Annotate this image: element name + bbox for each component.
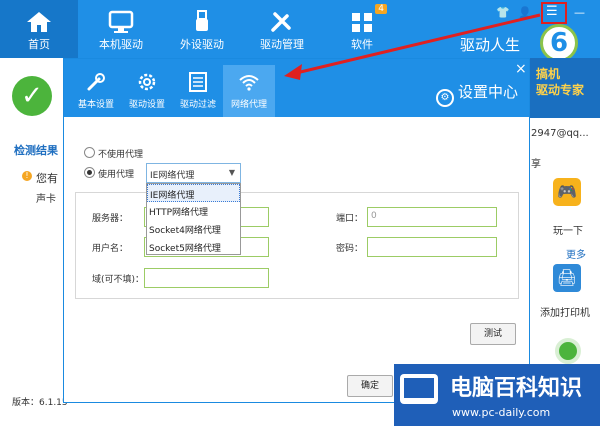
server-label: 服务器：: [92, 214, 129, 224]
gear-icon: [138, 73, 156, 91]
password-input[interactable]: [367, 237, 497, 257]
no-proxy-radio[interactable]: [84, 147, 95, 158]
minimize-button[interactable]: —: [574, 6, 585, 19]
nav-home[interactable]: 首页: [0, 0, 78, 58]
test-button[interactable]: 测试: [470, 323, 516, 345]
port-value: 0: [371, 211, 377, 221]
domain-label: 域(可不填)：: [92, 275, 145, 285]
warning-icon: !: [22, 171, 32, 181]
gamepad-icon[interactable]: 🎮: [553, 178, 581, 206]
brand-logo: 6: [540, 24, 578, 62]
monitor-logo-icon: [400, 374, 438, 404]
use-proxy-label: 使用代理: [98, 170, 135, 180]
version-text: 版本：6.1.15: [12, 398, 68, 408]
ok-button[interactable]: 确定: [347, 375, 393, 397]
proxy-option[interactable]: HTTP网络代理: [147, 202, 240, 220]
result-line-2: 声卡: [36, 194, 56, 205]
home-icon: [27, 12, 51, 32]
watermark-title: 电脑百科知识: [450, 376, 583, 401]
annotation-arrow: [284, 13, 541, 80]
password-label: 密码：: [336, 244, 364, 254]
tab-driver-filter-label: 驱动过滤: [179, 100, 216, 110]
nav-local-driver-label: 本机驱动: [99, 38, 143, 51]
watermark-url: www.pc-daily.com: [452, 406, 551, 419]
proxy-type-value: IE网络代理: [150, 171, 195, 181]
nav-local-driver[interactable]: 本机驱动: [82, 0, 160, 58]
proxy-type-dropdown: IE网络代理 HTTP网络代理 Socket4网络代理 Socket5网络代理: [146, 183, 241, 255]
port-label: 端口：: [336, 214, 364, 224]
nav-home-label: 首页: [28, 38, 50, 51]
port-input[interactable]: 0: [367, 207, 497, 227]
section-title: 检测结果: [14, 144, 58, 157]
more-link[interactable]: 更多: [566, 246, 586, 261]
chevron-down-icon[interactable]: ▼: [224, 164, 240, 182]
use-proxy-radio[interactable]: [84, 167, 95, 178]
proxy-option[interactable]: IE网络代理: [147, 184, 240, 202]
play-label[interactable]: 玩一下: [553, 222, 583, 237]
tab-driver-settings-label: 驱动设置: [128, 100, 165, 110]
tab-basic-settings-label: 基本设置: [77, 100, 114, 110]
wifi-icon: [239, 75, 259, 91]
tab-driver-filter[interactable]: 驱动过滤: [172, 65, 224, 117]
printer-label[interactable]: 添加打印机: [540, 304, 590, 319]
usb-icon: [196, 10, 208, 31]
tab-basic-settings[interactable]: 基本设置: [70, 65, 122, 117]
proxy-option[interactable]: Socket5网络代理: [147, 238, 240, 256]
domain-input[interactable]: [144, 268, 269, 288]
settings-dialog: 基本设置 驱动设置 驱动过滤 网络代理 ⚙ 设置中心 × 不使用代理 使用代理 I…: [63, 58, 530, 403]
nav-peripheral-driver-label: 外设驱动: [180, 38, 224, 51]
printer-icon[interactable]: 🖨: [553, 264, 581, 292]
nav-peripheral-driver[interactable]: 外设驱动: [163, 0, 241, 58]
proxy-option[interactable]: Socket4网络代理: [147, 220, 240, 238]
check-icon: ✓: [12, 76, 52, 116]
settings-title-text: 设置中心: [458, 83, 519, 101]
proxy-type-select[interactable]: IE网络代理 ▼: [146, 163, 241, 183]
wrench-icon: [87, 73, 105, 91]
share-text[interactable]: 享: [531, 155, 541, 170]
disc-icon[interactable]: [555, 338, 581, 364]
tab-driver-settings[interactable]: 驱动设置: [121, 65, 173, 117]
monitor-icon: [108, 10, 134, 33]
username-label: 用户名：: [92, 244, 129, 254]
no-proxy-label: 不使用代理: [98, 150, 144, 160]
watermark-logo: 电脑百科知识 www.pc-daily.com: [394, 364, 600, 426]
account-text: 2947@qq...: [531, 128, 589, 139]
settings-gear-icon: ⚙: [436, 89, 454, 107]
promo-line-2: 驱动专家: [536, 83, 585, 97]
tab-network-proxy-label: 网络代理: [230, 100, 267, 110]
tab-network-proxy[interactable]: 网络代理: [223, 65, 275, 117]
list-icon: [189, 72, 207, 92]
result-line-1: 您有: [36, 172, 58, 185]
